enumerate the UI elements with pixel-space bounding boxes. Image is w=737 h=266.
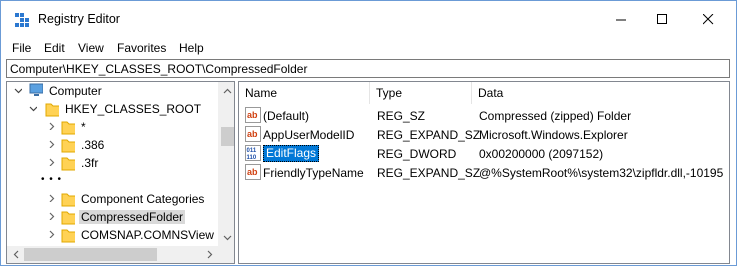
scroll-right-button[interactable] xyxy=(201,246,218,263)
tree-item-label: CompressedFolder xyxy=(79,210,186,224)
folder-icon xyxy=(61,211,75,225)
registry-editor-app-icon xyxy=(15,13,29,27)
tree-horizontal-scrollbar[interactable] xyxy=(7,246,234,263)
tree-item-label: HKEY_CLASSES_ROOT xyxy=(65,102,202,116)
value-data: Compressed (zipped) Folder xyxy=(479,109,632,123)
maximize-button[interactable] xyxy=(639,1,685,38)
string-value-icon: ab xyxy=(245,126,261,142)
svg-text:110: 110 xyxy=(247,155,257,161)
chevron-right-icon[interactable] xyxy=(47,158,55,166)
chevron-left-icon xyxy=(13,250,18,259)
chevron-right-icon[interactable] xyxy=(47,140,55,148)
value-name: EditFlags xyxy=(263,145,320,162)
value-type: REG_EXPAND_SZ xyxy=(377,166,481,180)
minimize-button[interactable] xyxy=(598,1,644,38)
close-button[interactable] xyxy=(685,1,731,38)
folder-icon xyxy=(61,139,75,153)
column-header-type[interactable]: Type xyxy=(370,82,472,104)
scroll-left-button[interactable] xyxy=(7,246,24,263)
chevron-right-icon[interactable] xyxy=(47,122,55,130)
title-bar[interactable]: Registry Editor xyxy=(1,1,736,38)
menu-view[interactable]: View xyxy=(78,41,104,55)
svg-text:ab: ab xyxy=(247,129,258,139)
key-tree-pane[interactable]: Computer HKEY_CLASSES_ROOT * .386 .3fr •… xyxy=(6,81,235,264)
minimize-icon xyxy=(615,19,626,21)
maximize-icon xyxy=(656,14,667,24)
folder-icon xyxy=(61,157,75,171)
tree-item-label: .3fr xyxy=(81,156,99,170)
chevron-up-icon xyxy=(223,88,232,93)
tree-item-label: COMSNAP.COMNSView xyxy=(81,228,214,242)
value-type: REG_DWORD xyxy=(377,147,457,161)
chevron-right-icon[interactable] xyxy=(47,194,55,202)
value-row-appusermodelid[interactable]: ab AppUserModelID REG_EXPAND_SZ Microsof… xyxy=(239,125,729,144)
binary-value-icon: 011110 xyxy=(245,145,261,161)
menu-help[interactable]: Help xyxy=(179,41,204,55)
values-list-pane[interactable]: Name Type Data ab (Default) REG_SZ Compr… xyxy=(238,81,730,264)
value-data: 0x00200000 (2097152) xyxy=(479,147,604,161)
chevron-right-icon xyxy=(207,250,212,259)
svg-text:ab: ab xyxy=(247,110,258,120)
scroll-thumb[interactable] xyxy=(24,248,157,261)
value-name: AppUserModelID xyxy=(263,128,355,142)
value-data: @%SystemRoot%\system32\zipfldr.dll,-1019… xyxy=(479,166,724,180)
folder-icon xyxy=(61,193,75,207)
scroll-down-button[interactable] xyxy=(219,229,234,246)
tree-item-label: Computer xyxy=(49,84,102,98)
menu-bar: File Edit View Favorites Help xyxy=(1,38,736,58)
value-name: (Default) xyxy=(263,109,310,123)
close-icon xyxy=(702,14,713,25)
folder-icon xyxy=(45,103,59,117)
menu-favorites[interactable]: Favorites xyxy=(117,41,166,55)
computer-icon xyxy=(29,83,43,96)
tree-item-label: .386 xyxy=(81,138,105,152)
registry-editor-window: Registry Editor File Edit View Favorites… xyxy=(0,0,737,266)
chevron-down-icon xyxy=(223,235,232,240)
value-row-friendlytypename[interactable]: ab FriendlyTypeName REG_EXPAND_SZ @%Syst… xyxy=(239,163,729,182)
value-row-default[interactable]: ab (Default) REG_SZ Compressed (zipped) … xyxy=(239,106,729,125)
svg-text:ab: ab xyxy=(247,167,258,177)
string-value-icon: ab xyxy=(245,164,261,180)
menu-file[interactable]: File xyxy=(12,41,31,55)
chevron-down-icon[interactable] xyxy=(29,104,37,112)
menu-edit[interactable]: Edit xyxy=(44,41,65,55)
tree-item-label: Component Categories xyxy=(81,192,205,206)
column-header-name[interactable]: Name xyxy=(239,82,370,104)
svg-text:011: 011 xyxy=(247,148,257,154)
window-title: Registry Editor xyxy=(38,12,120,26)
scroll-thumb[interactable] xyxy=(221,127,234,146)
string-value-icon: ab xyxy=(245,107,261,123)
folder-icon xyxy=(61,121,75,135)
address-bar[interactable]: Computer\HKEY_CLASSES_ROOT\CompressedFol… xyxy=(6,59,730,78)
chevron-right-icon[interactable] xyxy=(47,230,55,238)
value-name: FriendlyTypeName xyxy=(263,166,364,180)
scroll-up-button[interactable] xyxy=(219,82,234,99)
value-type: REG_EXPAND_SZ xyxy=(377,128,481,142)
ellipsis-text: • • • xyxy=(41,174,63,185)
folder-icon xyxy=(61,229,75,243)
value-type: REG_SZ xyxy=(377,109,426,123)
value-row-editflags[interactable]: 011 110 EditFlags REG_DWORD 0x00200000 (2… xyxy=(239,144,729,163)
value-data: Microsoft.Windows.Explorer xyxy=(479,128,628,142)
column-header-data[interactable]: Data xyxy=(472,82,729,104)
tree-vertical-scrollbar[interactable] xyxy=(218,82,234,246)
chevron-right-icon[interactable] xyxy=(47,212,55,220)
chevron-down-icon[interactable] xyxy=(14,86,22,94)
tree-item-label: * xyxy=(81,120,86,134)
